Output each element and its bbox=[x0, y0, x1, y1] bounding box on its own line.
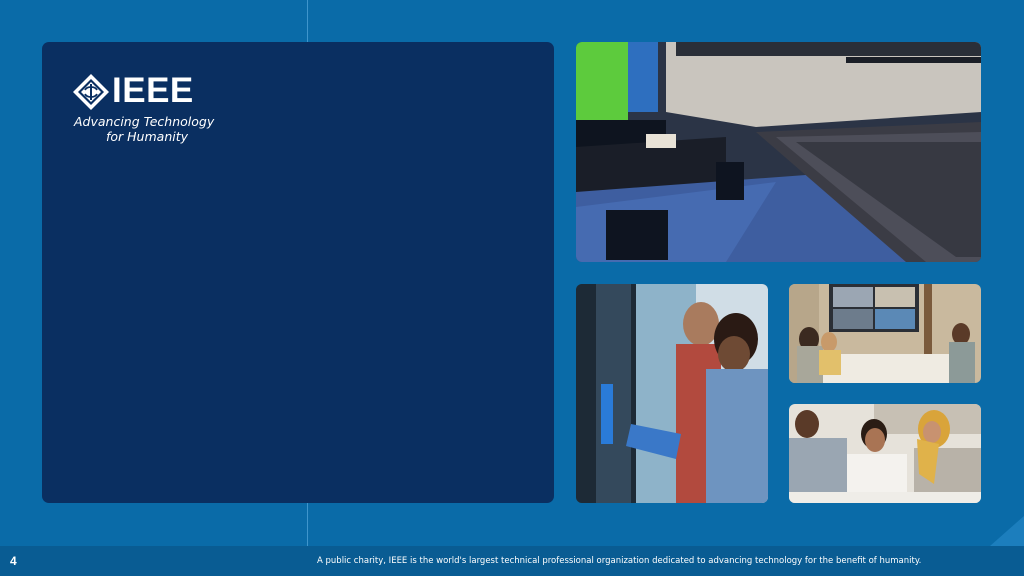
team-collaboration-photo bbox=[789, 404, 981, 503]
page-number: 4 bbox=[10, 554, 17, 568]
footer-statement: A public charity, IEEE is the world's la… bbox=[317, 556, 922, 566]
logo-tagline-line1: Advancing Technology bbox=[74, 114, 215, 129]
server-room-photo bbox=[576, 284, 768, 503]
video-meeting-photo bbox=[789, 284, 981, 383]
conference-hall-photo bbox=[576, 42, 981, 262]
ieee-diamond-logo-icon bbox=[73, 74, 109, 110]
logo-tagline-line2: for Humanity bbox=[106, 129, 189, 144]
ieee-logo: IEEE Advancing Technology for Humanity bbox=[72, 71, 262, 153]
logo-wordmark: IEEE bbox=[112, 71, 194, 110]
content-panel: IEEE Advancing Technology for Humanity bbox=[42, 42, 554, 503]
corner-accent-shape bbox=[990, 516, 1024, 546]
footer-bar: 4 A public charity, IEEE is the world's … bbox=[0, 546, 1024, 576]
